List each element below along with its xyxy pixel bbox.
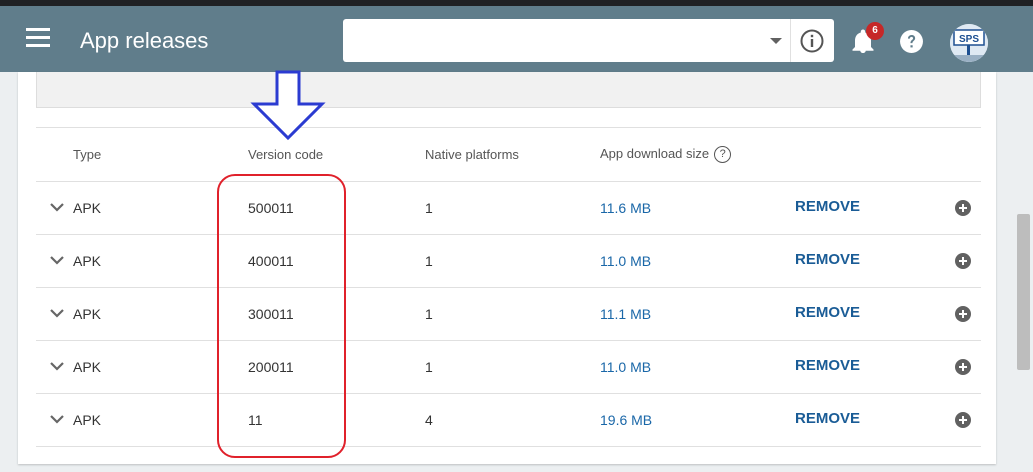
help-icon[interactable]: ? xyxy=(714,146,732,164)
cell-type: APK xyxy=(73,359,102,375)
remove-button[interactable]: REMOVE xyxy=(795,251,860,268)
cell-native-platforms: 4 xyxy=(425,412,433,428)
cell-download-size[interactable]: 19.6 MB xyxy=(600,412,652,428)
info-icon[interactable] xyxy=(799,28,825,54)
remove-button[interactable]: REMOVE xyxy=(795,410,860,427)
col-header-native-platforms: Native platforms xyxy=(425,147,519,162)
avatar[interactable]: SPS xyxy=(950,24,988,62)
previous-section-box xyxy=(36,72,981,108)
col-header-type: Type xyxy=(73,147,102,162)
search-divider xyxy=(790,19,791,62)
scrollbar-thumb[interactable] xyxy=(1017,214,1030,370)
cell-download-size[interactable]: 11.1 MB xyxy=(600,306,651,322)
cell-native-platforms: 1 xyxy=(425,200,433,216)
expand-chevron-icon[interactable] xyxy=(50,361,64,371)
cell-type: APK xyxy=(73,412,102,428)
table-row: APK 500011 1 11.6 MB REMOVE xyxy=(36,181,981,235)
chevron-down-icon[interactable] xyxy=(765,32,787,50)
table-row: APK 400011 1 11.0 MB REMOVE xyxy=(36,234,981,288)
avatar-text: SPS xyxy=(959,34,979,45)
add-circle-icon[interactable] xyxy=(955,200,971,216)
search-box xyxy=(343,19,834,62)
annotation-highlight-box xyxy=(217,174,346,458)
cell-download-size[interactable]: 11.0 MB xyxy=(600,359,651,375)
table-row: APK 200011 1 11.0 MB REMOVE xyxy=(36,340,981,394)
avatar-image: SPS xyxy=(950,24,988,62)
expand-chevron-icon[interactable] xyxy=(50,255,64,265)
add-circle-icon[interactable] xyxy=(955,412,971,428)
remove-button[interactable]: REMOVE xyxy=(795,304,860,321)
app-bar: App releases 6 SPS xyxy=(0,6,1033,72)
cell-type: APK xyxy=(73,306,102,322)
cell-download-size[interactable]: 11.0 MB xyxy=(600,253,651,269)
cell-native-platforms: 1 xyxy=(425,359,433,375)
table-header: Type Version code Native platforms App d… xyxy=(36,127,981,182)
cell-type: APK xyxy=(73,200,102,216)
col-header-download-size-label: App download size xyxy=(600,146,710,161)
menu-icon[interactable] xyxy=(26,28,50,50)
expand-chevron-icon[interactable] xyxy=(50,202,64,212)
cell-download-size[interactable]: 11.6 MB xyxy=(600,200,651,216)
add-circle-icon[interactable] xyxy=(955,306,971,322)
cell-type: APK xyxy=(73,253,102,269)
expand-chevron-icon[interactable] xyxy=(50,308,64,318)
expand-chevron-icon[interactable] xyxy=(50,414,64,424)
cell-native-platforms: 1 xyxy=(425,253,433,269)
releases-card: Type Version code Native platforms App d… xyxy=(18,72,996,464)
help-icon[interactable] xyxy=(899,29,924,54)
add-circle-icon[interactable] xyxy=(955,359,971,375)
remove-button[interactable]: REMOVE xyxy=(795,357,860,374)
remove-button[interactable]: REMOVE xyxy=(795,198,860,215)
page-title: App releases xyxy=(80,28,209,53)
notification-badge: 6 xyxy=(866,22,884,40)
table-row: APK 11 4 19.6 MB REMOVE xyxy=(36,393,981,447)
col-header-download-size: App download size? xyxy=(600,146,732,164)
add-circle-icon[interactable] xyxy=(955,253,971,269)
table-row: APK 300011 1 11.1 MB REMOVE xyxy=(36,287,981,341)
search-input[interactable] xyxy=(343,19,781,62)
col-header-version-code: Version code xyxy=(248,147,324,162)
cell-native-platforms: 1 xyxy=(425,306,433,322)
annotation-arrow-icon xyxy=(250,70,326,141)
